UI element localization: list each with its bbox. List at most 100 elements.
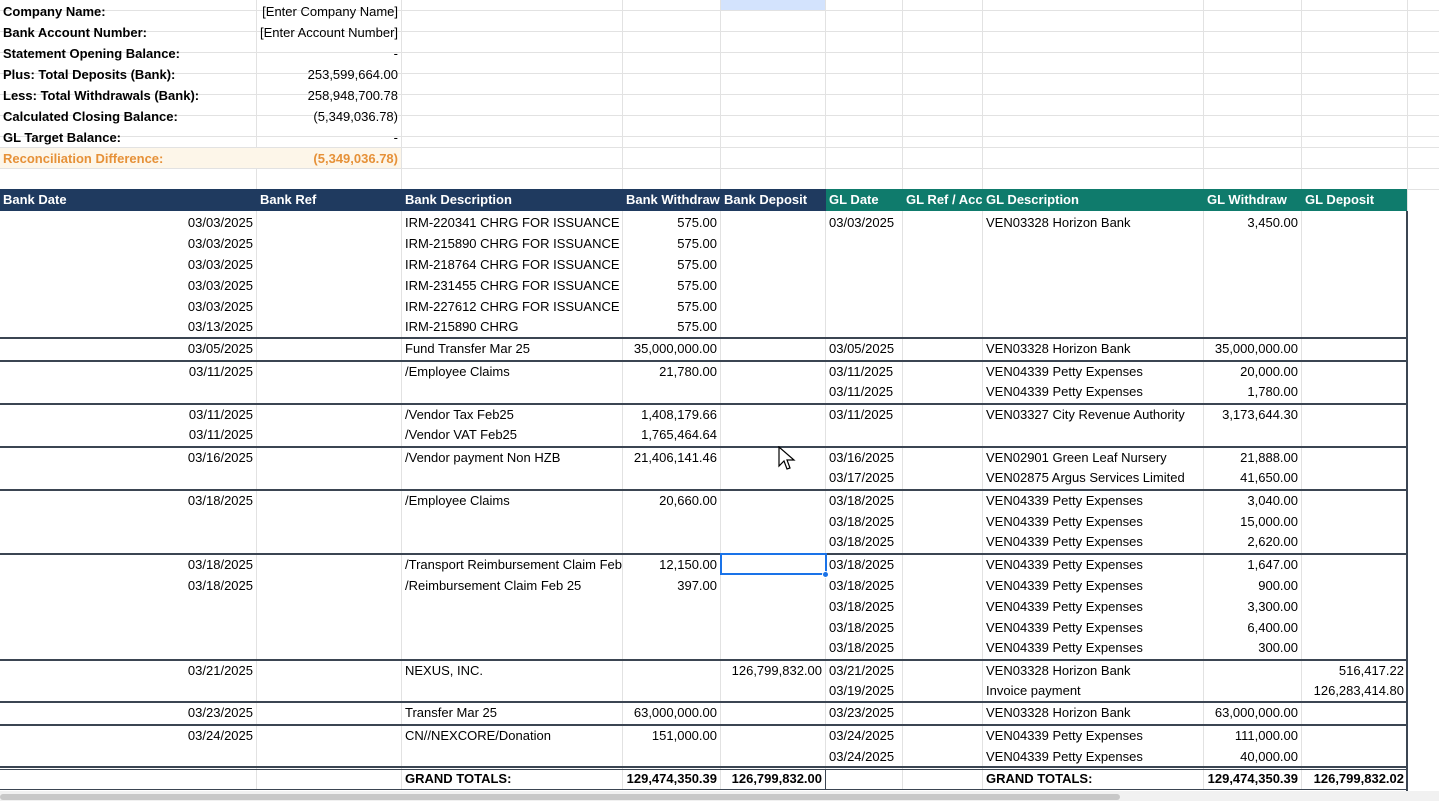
table-cell[interactable]: 03/03/2025 [0,233,256,254]
selected-cell[interactable] [720,553,827,575]
table-cell[interactable]: 03/18/2025 [826,554,902,575]
table-cell[interactable]: 1,408,179.66 [623,404,720,425]
column-header[interactable]: GL Deposit [1302,189,1407,211]
table-cell[interactable]: /Vendor VAT Feb25 [402,424,622,445]
table-cell[interactable]: VEN03328 Horizon Bank [983,212,1203,233]
table-cell[interactable]: /Reimbursement Claim Feb 25 [402,575,622,596]
table-cell[interactable]: 03/05/2025 [826,338,902,359]
table-cell[interactable]: /Employee Claims [402,361,622,382]
table-cell[interactable]: 126,283,414.80 [1302,680,1407,701]
table-cell[interactable]: IRM-215890 CHRG [402,316,622,337]
table-cell[interactable]: 3,450.00 [1204,212,1301,233]
table-cell[interactable]: 63,000,000.00 [623,702,720,723]
summary-value[interactable]: - [257,43,401,64]
table-cell[interactable]: 2,620.00 [1204,531,1301,552]
table-cell[interactable]: 03/03/2025 [826,212,902,233]
column-header[interactable]: Bank Date [0,189,256,211]
table-cell[interactable]: 03/17/2025 [826,467,902,488]
table-cell[interactable]: 03/11/2025 [826,381,902,402]
table-cell[interactable]: VEN04339 Petty Expenses [983,531,1203,552]
table-cell[interactable]: Transfer Mar 25 [402,702,622,723]
table-cell[interactable]: 03/23/2025 [0,702,256,723]
table-cell[interactable]: VEN04339 Petty Expenses [983,490,1203,511]
table-cell[interactable]: Invoice payment [983,680,1203,701]
table-cell[interactable]: 03/24/2025 [826,746,902,767]
summary-value[interactable]: [Enter Account Number] [257,22,401,43]
table-cell[interactable]: 35,000,000.00 [623,338,720,359]
table-cell[interactable]: 03/18/2025 [0,490,256,511]
table-cell[interactable]: 1,647.00 [1204,554,1301,575]
grand-total-cell[interactable]: 129,474,350.39 [1204,768,1301,789]
table-cell[interactable]: CN//NEXCORE/Donation [402,725,622,746]
table-cell[interactable]: 03/16/2025 [0,447,256,468]
table-cell[interactable]: 35,000,000.00 [1204,338,1301,359]
column-header[interactable]: Bank Withdraw [623,189,720,211]
table-cell[interactable]: 03/11/2025 [0,404,256,425]
column-header[interactable]: Bank Description [402,189,622,211]
grand-total-cell[interactable]: GRAND TOTALS: [983,768,1203,789]
table-cell[interactable]: VEN03328 Horizon Bank [983,702,1203,723]
table-cell[interactable]: 03/03/2025 [0,275,256,296]
table-cell[interactable]: VEN04339 Petty Expenses [983,381,1203,402]
summary-value[interactable]: [Enter Company Name] [257,1,401,22]
table-cell[interactable]: VEN04339 Petty Expenses [983,361,1203,382]
table-cell[interactable]: 03/03/2025 [0,254,256,275]
table-cell[interactable]: 15,000.00 [1204,511,1301,532]
table-cell[interactable]: 03/16/2025 [826,447,902,468]
table-cell[interactable]: 03/21/2025 [826,660,902,681]
table-cell[interactable]: 03/18/2025 [0,575,256,596]
table-cell[interactable]: 03/05/2025 [0,338,256,359]
table-cell[interactable]: 03/24/2025 [0,725,256,746]
table-cell[interactable]: 21,406,141.46 [623,447,720,468]
table-cell[interactable]: 6,400.00 [1204,617,1301,638]
table-cell[interactable]: 03/21/2025 [0,660,256,681]
table-cell[interactable]: VEN04339 Petty Expenses [983,637,1203,658]
table-cell[interactable]: 151,000.00 [623,725,720,746]
table-cell[interactable]: 300.00 [1204,637,1301,658]
table-cell[interactable]: VEN02901 Green Leaf Nursery [983,447,1203,468]
column-header[interactable]: GL Withdraw [1204,189,1301,211]
table-cell[interactable]: 516,417.22 [1302,660,1407,681]
table-cell[interactable]: 12,150.00 [623,554,720,575]
table-cell[interactable]: 1,780.00 [1204,381,1301,402]
table-cell[interactable]: /Employee Claims [402,490,622,511]
table-cell[interactable]: 03/11/2025 [826,361,902,382]
table-cell[interactable]: 20,660.00 [623,490,720,511]
table-cell[interactable]: 40,000.00 [1204,746,1301,767]
table-cell[interactable]: 03/18/2025 [826,490,902,511]
table-cell[interactable]: IRM-227612 CHRG FOR ISSUANCE [402,296,622,317]
table-cell[interactable]: 03/23/2025 [826,702,902,723]
fill-handle[interactable] [822,571,829,578]
table-cell[interactable]: 03/18/2025 [826,637,902,658]
summary-value[interactable]: (5,349,036.78) [257,148,401,169]
table-cell[interactable]: 03/18/2025 [826,531,902,552]
table-cell[interactable]: 21,888.00 [1204,447,1301,468]
table-cell[interactable]: IRM-220341 CHRG FOR ISSUANCE [402,212,622,233]
table-cell[interactable]: 3,173,644.30 [1204,404,1301,425]
table-cell[interactable]: /Vendor Tax Feb25 [402,404,622,425]
table-cell[interactable]: 03/11/2025 [0,361,256,382]
table-cell[interactable]: 397.00 [623,575,720,596]
table-cell[interactable]: 03/18/2025 [826,575,902,596]
table-cell[interactable]: VEN02875 Argus Services Limited [983,467,1203,488]
table-cell[interactable]: 900.00 [1204,575,1301,596]
table-cell[interactable]: 3,300.00 [1204,596,1301,617]
table-cell[interactable]: 575.00 [623,296,720,317]
table-cell[interactable]: /Vendor payment Non HZB [402,447,622,468]
table-cell[interactable]: VEN04339 Petty Expenses [983,596,1203,617]
table-cell[interactable]: VEN04339 Petty Expenses [983,554,1203,575]
table-cell[interactable]: IRM-215890 CHRG FOR ISSUANCE [402,233,622,254]
table-cell[interactable]: VEN04339 Petty Expenses [983,575,1203,596]
scrollbar-thumb[interactable] [0,794,1120,800]
table-cell[interactable]: VEN03327 City Revenue Authority [983,404,1203,425]
summary-value[interactable]: - [257,127,401,148]
table-cell[interactable]: 126,799,832.00 [721,660,825,681]
table-cell[interactable]: VEN04339 Petty Expenses [983,725,1203,746]
column-header[interactable]: Bank Ref [257,189,401,211]
table-cell[interactable]: 575.00 [623,212,720,233]
table-cell[interactable]: 03/18/2025 [826,596,902,617]
table-cell[interactable]: 575.00 [623,275,720,296]
table-cell[interactable]: IRM-218764 CHRG FOR ISSUANCE [402,254,622,275]
table-cell[interactable]: 41,650.00 [1204,467,1301,488]
table-cell[interactable]: 03/18/2025 [0,554,256,575]
